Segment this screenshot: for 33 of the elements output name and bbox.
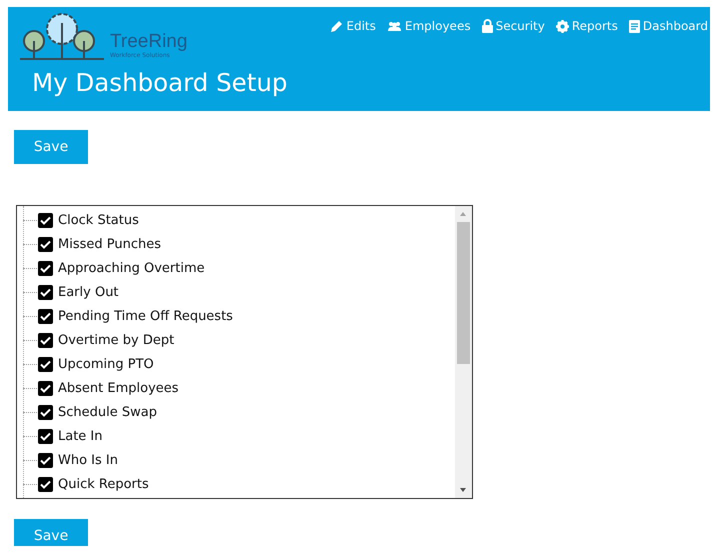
checkbox-label[interactable]: Overtime by Dept xyxy=(58,332,174,348)
checkbox-label[interactable]: Early Out xyxy=(58,284,119,300)
checkbox-label[interactable]: Upcoming PTO xyxy=(58,356,154,372)
checkbox[interactable] xyxy=(38,260,53,276)
checkbox[interactable] xyxy=(38,476,53,492)
scrollbar[interactable] xyxy=(455,206,472,498)
logo-name: TreeRing xyxy=(110,32,188,52)
checkbox[interactable] xyxy=(38,404,53,420)
checkbox[interactable] xyxy=(38,212,53,228)
checkbox[interactable] xyxy=(38,452,53,468)
checkbox[interactable] xyxy=(38,428,53,444)
checkbox-label[interactable]: Clock Status xyxy=(58,212,139,228)
lock-icon xyxy=(482,19,493,33)
tree-logo-icon xyxy=(20,11,104,63)
checkbox[interactable] xyxy=(38,284,53,300)
pencil-icon xyxy=(330,20,344,32)
checkbox-label[interactable]: Late In xyxy=(58,428,103,444)
checkbox-label[interactable]: Quick Reports xyxy=(58,476,149,492)
document-icon xyxy=(628,20,640,32)
checkbox[interactable] xyxy=(38,380,53,396)
checkbox-label[interactable]: Absent Employees xyxy=(58,380,179,396)
page-title: My Dashboard Setup xyxy=(32,67,288,99)
checkbox[interactable] xyxy=(38,356,53,372)
people-icon xyxy=(386,20,402,32)
checkbox[interactable] xyxy=(38,308,53,324)
checkbox-label[interactable]: Who Is In xyxy=(58,452,118,468)
gear-icon xyxy=(556,20,569,32)
checkbox[interactable] xyxy=(38,332,53,348)
checkbox-label[interactable]: Schedule Swap xyxy=(58,404,157,420)
checkbox[interactable] xyxy=(38,236,53,252)
checkbox-label[interactable]: Approaching Overtime xyxy=(58,260,205,276)
checkbox-label[interactable]: Pending Time Off Requests xyxy=(58,308,233,324)
checkbox-label[interactable]: Missed Punches xyxy=(58,236,162,252)
